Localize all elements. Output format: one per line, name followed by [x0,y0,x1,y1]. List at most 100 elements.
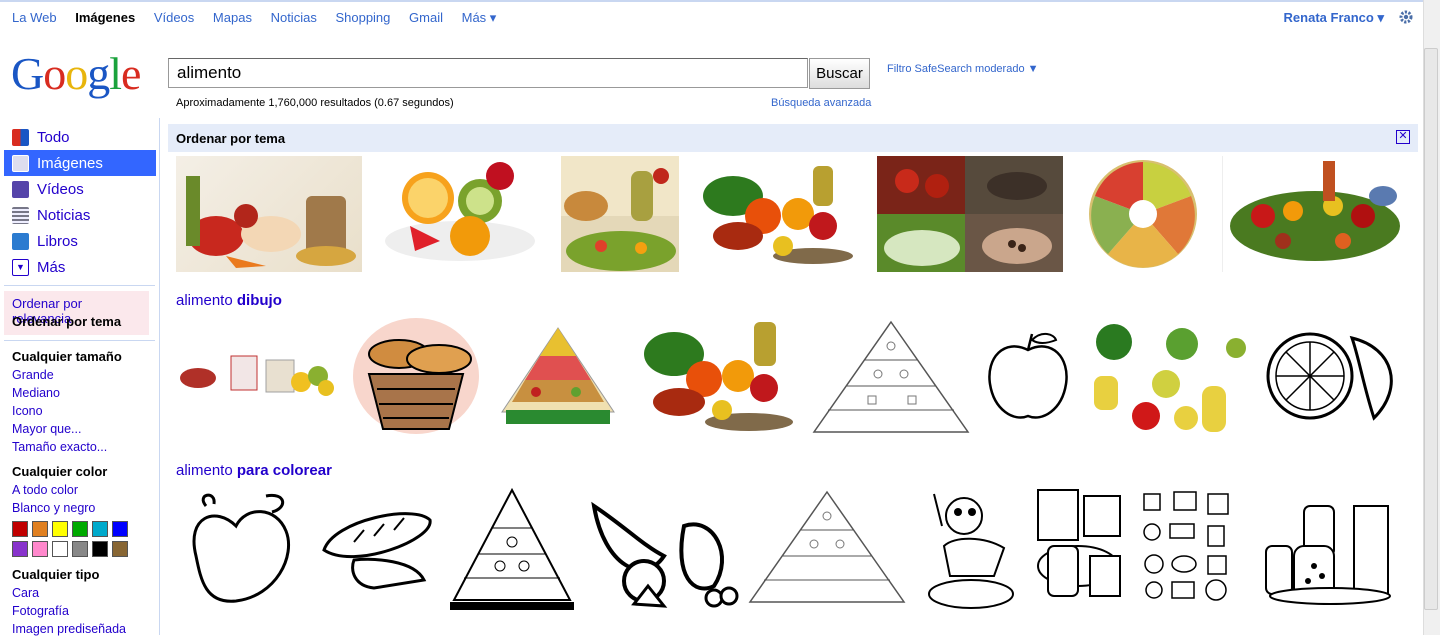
type-clipart[interactable]: Imagen prediseñada [12,620,128,638]
leftnav-item-all[interactable]: Todo [4,124,156,150]
results-count: Aproximadamente 1,760,000 resultados (0.… [176,97,454,109]
filters: Cualquier tamaño Grande Mediano Icono Ma… [12,349,128,638]
image-result[interactable] [176,486,302,608]
topnav-web[interactable]: La Web [12,10,57,25]
leftnav-label: Vídeos [37,180,84,198]
size-medium[interactable]: Mediano [12,384,128,402]
topnav-more[interactable]: Más ▾ [462,10,497,25]
left-nav: Todo Imágenes Vídeos Noticias Libros ▼ M… [4,124,156,280]
leftnav-item-images[interactable]: Imágenes [4,150,156,176]
color-swatch[interactable] [52,541,68,557]
color-bw[interactable]: Blanco y negro [12,499,128,517]
image-result[interactable] [1222,156,1407,272]
topic-bar: Ordenar por tema ✕ [168,124,1418,152]
leftnav-item-news[interactable]: Noticias [4,202,156,228]
leftnav-label: Todo [37,128,70,146]
book-icon [12,232,29,250]
search-input[interactable]: alimento [168,58,808,88]
topnav-videos[interactable]: Vídeos [154,10,194,25]
size-icon[interactable]: Icono [12,402,128,420]
search-button[interactable]: Buscar [809,58,870,89]
divider [4,340,155,341]
image-result[interactable] [924,486,1018,610]
image-result[interactable] [450,486,574,610]
image-result[interactable] [349,314,483,438]
type-filter-title: Cualquier tipo [12,567,100,582]
color-swatch[interactable] [12,541,28,557]
leftnav-label: Imágenes [37,154,103,172]
gear-icon[interactable] [1398,9,1414,25]
scrollbar-thumb[interactable] [1424,48,1438,610]
image-result[interactable] [584,486,740,610]
newspaper-icon [12,206,29,224]
image-result[interactable] [176,156,362,272]
image-result[interactable] [1086,316,1250,438]
vertical-scrollbar[interactable] [1423,0,1440,635]
image-result[interactable] [1254,486,1406,610]
size-large[interactable]: Grande [12,366,128,384]
color-swatch[interactable] [92,521,108,537]
size-larger-than[interactable]: Mayor que... [12,420,128,438]
topnav-maps[interactable]: Mapas [213,10,252,25]
top-nav: La Web Imágenes Vídeos Mapas Noticias Sh… [12,10,511,26]
topic-term: para colorear [236,462,332,479]
google-g-icon [12,128,29,146]
advanced-search-link[interactable]: Búsqueda avanzada [771,97,871,109]
color-swatch[interactable] [72,541,88,557]
topnav-gmail[interactable]: Gmail [409,10,443,25]
sort-relevance-link[interactable]: Ordenar por relevancia [12,296,141,326]
topic-bar-title: Ordenar por tema [176,131,286,146]
topic-query: alimento [176,462,233,479]
color-swatch[interactable] [112,541,128,557]
image-result[interactable] [877,156,1063,272]
divider [159,118,160,635]
image-result[interactable] [808,316,974,438]
color-swatch[interactable] [32,521,48,537]
leftnav-item-videos[interactable]: Vídeos [4,176,156,202]
image-result[interactable] [176,348,339,402]
type-face[interactable]: Cara [12,584,128,602]
user-menu[interactable]: Renata Franco ▾ [1284,10,1384,26]
chevron-down-icon: ▼ [12,258,29,276]
sort-box: Ordenar por relevancia Ordenar por tema [4,291,149,335]
leftnav-label: Noticias [37,206,91,224]
image-result[interactable] [370,156,548,272]
color-swatch[interactable] [112,521,128,537]
image-result[interactable] [1138,486,1236,610]
color-swatch[interactable] [92,541,108,557]
image-result[interactable] [561,156,679,272]
topnav-news[interactable]: Noticias [271,10,317,25]
type-photo[interactable]: Fotografía [12,602,128,620]
size-exact[interactable]: Tamaño exacto... [12,438,128,456]
image-result[interactable] [1264,318,1406,434]
image-result[interactable] [984,330,1072,424]
topic-query: alimento [176,292,233,309]
close-icon[interactable]: ✕ [1396,130,1410,144]
image-result[interactable] [496,322,620,430]
topnav-shopping[interactable]: Shopping [335,10,390,25]
film-icon [12,180,29,198]
leftnav-item-books[interactable]: Libros [4,228,156,254]
leftnav-item-more[interactable]: ▼ Más [4,254,156,280]
top-bar: La Web Imágenes Vídeos Mapas Noticias Sh… [0,0,1424,33]
safesearch-dropdown[interactable]: Filtro SafeSearch moderado ▼ [887,63,1039,75]
topnav-images[interactable]: Imágenes [75,10,135,25]
google-logo[interactable]: Google [11,44,141,104]
image-result[interactable] [1078,156,1208,272]
color-swatch[interactable] [72,521,88,537]
sort-topic-label: Ordenar por tema [12,314,122,329]
divider [4,285,155,286]
image-result[interactable] [314,500,438,592]
color-full[interactable]: A todo color [12,481,128,499]
image-result[interactable] [634,314,800,438]
color-swatch[interactable] [32,541,48,557]
image-result[interactable] [744,486,910,610]
topic-group-title[interactable]: alimento para colorear [176,462,332,479]
image-result[interactable] [1028,486,1128,610]
leftnav-label: Más [37,258,66,276]
topic-group-title[interactable]: alimento dibujo [176,292,282,309]
image-result[interactable] [693,156,861,272]
color-swatch[interactable] [12,521,28,537]
color-swatches [12,521,128,557]
color-swatch[interactable] [52,521,68,537]
